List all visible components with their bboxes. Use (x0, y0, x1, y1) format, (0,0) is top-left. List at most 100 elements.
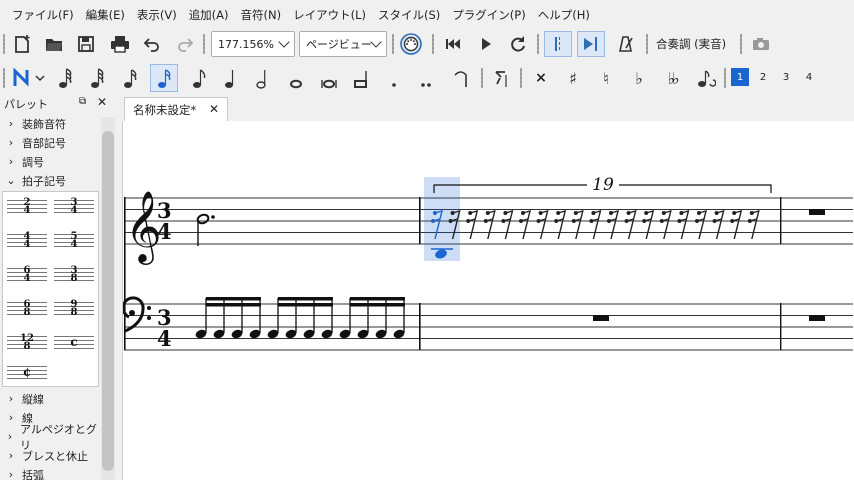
play-icon[interactable] (474, 30, 498, 58)
palette-cell-3-4[interactable]: 3 4 (52, 194, 96, 224)
sixteenth-rest[interactable] (466, 209, 479, 240)
palette-category[interactable]: › 装飾音符 (0, 114, 100, 133)
metronome-icon[interactable] (614, 30, 638, 58)
voice-2-button[interactable]: 2 (754, 68, 772, 86)
save-icon[interactable] (74, 30, 98, 58)
8th-note-icon[interactable] (150, 64, 178, 92)
palette-category[interactable]: › 括弧 (0, 465, 100, 480)
sixteenth-rest[interactable] (659, 209, 672, 240)
whole-rest[interactable] (809, 315, 825, 321)
dot-icon[interactable] (384, 63, 404, 93)
64th-note-icon[interactable] (52, 63, 78, 93)
sixteenth-rest[interactable] (747, 209, 760, 240)
voice-3-button[interactable]: 3 (777, 68, 795, 86)
palette-category[interactable]: › アルペジオとグリ (0, 423, 100, 452)
sharp-icon[interactable]: ♯ (560, 63, 586, 93)
sixteenth-rest[interactable] (589, 209, 602, 240)
quarter-note-icon[interactable] (218, 63, 244, 93)
whole-rest[interactable] (593, 315, 609, 321)
palette-cell-9-8[interactable]: 9 8 (52, 296, 96, 326)
menu-help[interactable]: ヘルプ(H) (532, 0, 596, 30)
redo-icon[interactable] (173, 30, 197, 58)
sixteenth-rest[interactable] (730, 209, 743, 240)
flat-icon[interactable]: ♭ (626, 63, 652, 93)
palette-cell-common-time[interactable]: c (52, 330, 96, 360)
print-icon[interactable] (107, 30, 133, 58)
menu-layout[interactable]: レイアウト(L) (287, 0, 372, 30)
menu-plugins[interactable]: プラグイン(P) (446, 0, 531, 30)
loop-in-icon[interactable] (544, 31, 572, 57)
voice-4-button[interactable]: 4 (800, 68, 818, 86)
double-flat-icon[interactable]: ♭♭ (658, 63, 686, 93)
16th-note-icon[interactable] (117, 63, 143, 93)
dotted-half-note[interactable] (196, 213, 215, 246)
palette-category[interactable]: › 縦線 (0, 389, 100, 408)
sixteenth-rest[interactable] (695, 209, 707, 240)
natural-icon[interactable]: ♮ (593, 63, 619, 93)
half-note-icon[interactable] (250, 63, 276, 93)
sixteenth-rest[interactable] (712, 209, 725, 240)
palette-cell-5-4[interactable]: 5 4 (52, 228, 96, 258)
undo-icon[interactable] (140, 30, 164, 58)
chevron-down-icon[interactable] (33, 63, 47, 93)
32nd-note-icon[interactable] (84, 63, 110, 93)
flip-icon[interactable] (693, 63, 719, 93)
sixteenth-rest[interactable] (536, 209, 549, 240)
open-icon[interactable] (42, 30, 66, 58)
palette-scrollbar-thumb[interactable] (102, 131, 114, 471)
new-file-icon[interactable] (10, 30, 34, 58)
tuplet-bracket[interactable]: 19 (433, 175, 772, 195)
sixteenth-rests[interactable] (431, 209, 760, 240)
bass-sixteenth-notes[interactable] (194, 297, 405, 340)
sixteenth-rest[interactable] (501, 209, 514, 240)
rest-icon[interactable] (488, 63, 514, 93)
whole-note-icon[interactable] (283, 63, 309, 93)
palette-cell-4-4[interactable]: 4 4 (5, 228, 49, 258)
sixteenth-rest[interactable] (607, 209, 619, 240)
double-dot-icon[interactable] (414, 63, 438, 93)
menu-notes[interactable]: 音符(N) (235, 0, 288, 30)
longa-icon[interactable] (348, 63, 374, 93)
menu-style[interactable]: スタイル(S) (372, 0, 446, 30)
menu-file[interactable]: ファイル(F) (6, 0, 80, 30)
midi-input-icon[interactable] (398, 30, 424, 58)
sixteenth-rest[interactable] (554, 209, 567, 240)
undock-icon[interactable]: ⧉ (79, 96, 86, 107)
palette-cell-6-8[interactable]: 6 8 (5, 296, 49, 326)
note-input-icon[interactable] (10, 63, 32, 93)
double-sharp-icon[interactable]: × (528, 63, 554, 93)
sixteenth-rest[interactable] (677, 209, 690, 240)
palette-cell-3-8[interactable]: 3 8 (52, 262, 96, 292)
concert-pitch-toggle[interactable]: 合奏調 (実音) (656, 30, 726, 58)
zoom-select[interactable]: 177.156% (211, 31, 295, 57)
tie-icon[interactable] (448, 63, 474, 93)
close-icon[interactable]: ✕ (209, 102, 219, 116)
sixteenth-rest[interactable] (642, 209, 655, 240)
double-whole-note-icon[interactable] (315, 63, 343, 93)
palette-scrollbar[interactable] (101, 117, 115, 480)
score-tab[interactable]: 名称未設定* ✕ (124, 97, 228, 121)
palette-cell-12-8[interactable]: 12 8 (5, 330, 49, 360)
loop-out-icon[interactable] (577, 31, 605, 57)
sixteenth-rest[interactable] (624, 209, 637, 240)
view-mode-select[interactable]: ページビュー (299, 31, 387, 57)
rewind-icon[interactable] (441, 30, 465, 58)
loop-icon[interactable] (506, 30, 530, 58)
palette-category[interactable]: › 音部記号 (0, 133, 100, 152)
quarter-8th-note-icon[interactable] (186, 63, 212, 93)
menu-edit[interactable]: 編集(E) (80, 0, 131, 30)
whole-rest[interactable] (809, 209, 825, 215)
palette-cell-cut-time[interactable]: ¢ (5, 360, 49, 390)
palette-cell-6-4[interactable]: 6 4 (5, 262, 49, 292)
palette-cell-2-4[interactable]: 2 4 (5, 194, 49, 224)
voice-1-button[interactable]: 1 (731, 68, 749, 86)
close-icon[interactable]: ✕ (97, 95, 107, 109)
palette-category[interactable]: › 調号 (0, 152, 100, 171)
screenshot-icon[interactable] (749, 30, 773, 58)
menu-view[interactable]: 表示(V) (131, 0, 183, 30)
sixteenth-rest[interactable] (483, 209, 496, 240)
palette-category-expanded[interactable]: ⌄ 拍子記号 (0, 171, 100, 190)
menu-add[interactable]: 追加(A) (183, 0, 235, 30)
palette-category[interactable]: › ブレスと休止 (0, 446, 100, 465)
sixteenth-rest[interactable] (519, 209, 531, 240)
